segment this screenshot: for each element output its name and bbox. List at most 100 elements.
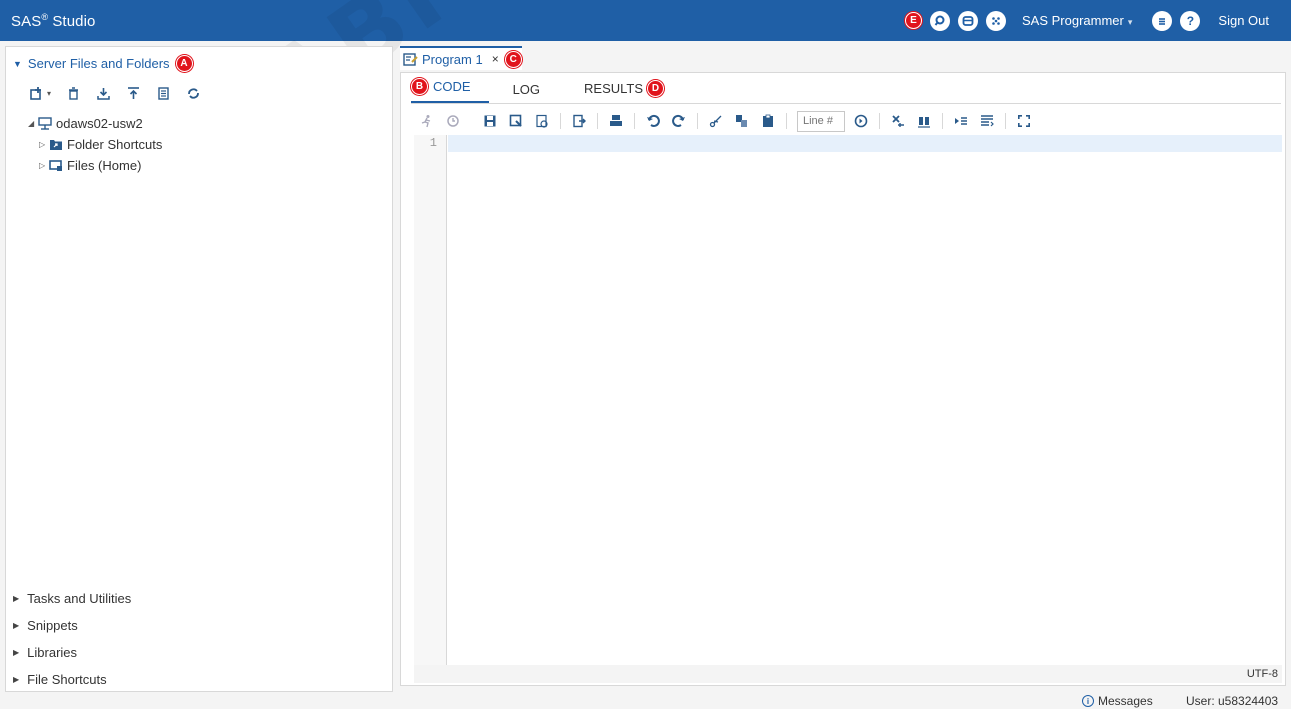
history-icon[interactable] [445,113,461,129]
encoding-label: UTF-8 [1246,668,1278,680]
toolbar-separator [560,113,561,129]
tab-results[interactable]: RESULTS D [584,80,665,103]
section-snippets[interactable]: ▶ Snippets [13,612,131,639]
collapsed-triangle-icon: ▷ [39,161,46,170]
section-label: Libraries [27,645,78,660]
annotation-badge-e: E [905,12,922,29]
annotation-badge-c: C [504,50,522,68]
navigation-pane: ▼ Server Files and Folders A ▾ ◢ odaws02… [5,46,393,692]
clear-icon[interactable] [890,113,906,129]
subtab-bar: B CODE LOG RESULTS D [411,77,708,103]
line-number-input[interactable] [797,110,845,132]
tree-node-label: odaws02-usw2 [56,116,143,131]
tab-title: Program 1 [422,51,483,67]
section-server-files[interactable]: ▼ Server Files and Folders A [13,55,193,72]
save-all-icon[interactable] [534,113,550,129]
tab-label: RESULTS [584,81,644,96]
section-file-shortcuts[interactable]: ▶ File Shortcuts [13,666,131,693]
save-as-icon[interactable] [508,113,524,129]
tree-node-label: Folder Shortcuts [67,137,163,152]
upload-icon[interactable] [125,85,141,101]
close-icon[interactable]: × [492,52,499,66]
tree-node-folder-shortcuts[interactable]: ▷ Folder Shortcuts [28,134,162,155]
info-icon: i [1082,695,1094,707]
line-gutter: 1 [414,135,447,665]
toolbar-separator [697,113,698,129]
annotation-badge-d: D [647,80,665,97]
section-tasks-and-utilities[interactable]: ▶ Tasks and Utilities [13,585,131,612]
maximize-icon[interactable] [1016,113,1032,129]
chevron-down-icon[interactable]: ▾ [47,89,51,98]
divider [411,103,1281,104]
code-text-area[interactable] [448,135,1282,665]
tree-node-label: Files (Home) [67,158,142,173]
tab-label: LOG [512,82,541,97]
tab-log[interactable]: LOG [513,82,540,103]
section-label: File Shortcuts [27,672,107,687]
layout-icon[interactable] [958,10,978,31]
paste-icon[interactable] [760,113,776,129]
search-icon[interactable] [930,10,950,31]
toolbar-separator [942,113,943,129]
active-line-highlight [448,135,1282,152]
status-footer: i Messages User: u58324403 [0,692,1291,709]
snippets-list-icon[interactable] [979,113,995,129]
download-icon[interactable] [95,85,111,101]
section-label: Snippets [27,618,78,633]
user-label: User: u58324403 [1186,694,1279,708]
collapsed-triangle-icon: ▶ [13,594,20,603]
toolbar-separator [786,113,787,129]
find-replace-icon[interactable] [916,113,932,129]
run-icon[interactable] [419,113,435,129]
section-label: Tasks and Utilities [27,591,132,606]
grid-apps-icon[interactable] [986,10,1006,31]
properties-icon[interactable] [155,85,171,101]
collapse-triangle-icon: ▼ [13,58,22,69]
tree-node-server[interactable]: ◢ odaws02-usw2 [28,113,162,134]
toolbar-separator [597,113,598,129]
sign-out-link[interactable]: Sign Out [1218,13,1269,28]
app-title: SAS® Studio [11,11,96,30]
server-icon [38,117,52,130]
collapsed-triangle-icon: ▶ [13,675,20,684]
section-libraries[interactable]: ▶ Libraries [13,639,131,666]
annotation-badge-a: A [175,55,193,72]
file-tree: ◢ odaws02-usw2 ▷ Folder Shortcuts ▷ File… [28,113,162,176]
section-title: Server Files and Folders [27,56,170,71]
delete-icon[interactable] [65,85,81,101]
refresh-icon[interactable] [185,85,201,101]
editor-panel: B CODE LOG RESULTS D Line # 1 UTF-8 [400,72,1286,686]
cut-icon[interactable] [708,113,724,129]
new-item-icon[interactable] [28,85,44,101]
export-icon[interactable] [571,113,587,129]
file-toolbar: ▾ [28,85,215,101]
code-editor[interactable]: 1 [414,135,1282,665]
save-icon[interactable] [482,113,498,129]
toolbar-separator [1005,113,1006,129]
home-folder-icon [49,159,63,172]
redo-icon[interactable] [671,113,687,129]
collapsed-triangle-icon: ▶ [13,648,20,657]
messages-link[interactable]: i Messages [1082,694,1153,708]
folder-shortcut-icon [49,138,63,151]
top-bar: SAS® Studio E SAS Programmer ▾ ? Sign Out [0,0,1291,41]
top-bar-actions: E SAS Programmer ▾ ? Sign Out [905,0,1291,41]
editor-status-bar: UTF-8 [414,665,1282,683]
format-code-icon[interactable] [953,113,969,129]
code-toolbar [419,109,1042,133]
role-selector[interactable]: SAS Programmer ▾ [1022,13,1132,28]
help-icon[interactable]: ? [1180,10,1201,31]
collapsed-triangle-icon: ▶ [13,621,20,630]
tab-code[interactable]: B CODE [411,78,489,103]
tab-program-1[interactable]: Program 1 × C [400,46,522,70]
tree-node-files-home[interactable]: ▷ Files (Home) [28,155,162,176]
print-icon[interactable] [608,113,624,129]
menu-list-icon[interactable] [1152,10,1173,31]
tab-label: CODE [433,79,471,94]
undo-icon[interactable] [645,113,661,129]
work-area: Program 1 × C B CODE LOG RESULTS D Line … [400,46,1286,686]
program-icon [403,52,418,66]
toolbar-separator [471,113,472,129]
go-to-line-icon[interactable] [853,113,869,129]
copy-icon[interactable] [734,113,750,129]
